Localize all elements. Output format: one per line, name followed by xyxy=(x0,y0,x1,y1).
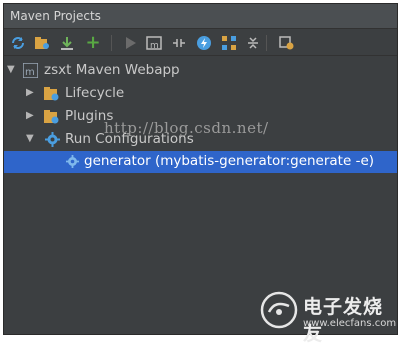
settings-icon[interactable] xyxy=(279,35,295,51)
gear-icon xyxy=(65,154,80,169)
plugins-folder-icon xyxy=(44,109,59,124)
svg-text:m: m xyxy=(25,67,35,78)
toggle-offline-icon[interactable] xyxy=(171,35,187,51)
tree-item-lifecycle[interactable]: ▶ Lifecycle xyxy=(4,83,397,105)
maven-toolbar: + m xyxy=(4,30,397,56)
add-icon[interactable]: + xyxy=(85,34,101,52)
tree-item-generator[interactable]: generator (mybatis-generator:generate -e… xyxy=(4,151,397,173)
collapse-arrow-icon[interactable]: ▶ xyxy=(26,110,34,121)
gear-icon xyxy=(45,132,60,147)
svg-text:m: m xyxy=(150,41,159,51)
skip-tests-icon[interactable] xyxy=(196,35,212,51)
panel-title: Maven Projects xyxy=(10,9,101,23)
maven-projects-panel: Maven Projects + m ▼ m zsxt Maven Webapp… xyxy=(3,3,399,345)
collapse-arrow-icon[interactable]: ▶ xyxy=(26,87,34,98)
tree-item-label: generator (mybatis-generator:generate -e… xyxy=(84,153,375,169)
toolbar-separator xyxy=(266,35,267,51)
generate-sources-icon[interactable] xyxy=(34,35,50,51)
expand-arrow-icon[interactable]: ▼ xyxy=(26,133,34,144)
show-dependencies-icon[interactable] xyxy=(221,35,237,51)
run-icon[interactable] xyxy=(122,35,138,51)
panel-title-bar: Maven Projects xyxy=(4,4,397,29)
logo-url-text: www.elecfans.com xyxy=(303,318,397,329)
tree-item-label: Lifecycle xyxy=(65,85,125,101)
elecfans-logo: 电子发烧友 www.elecfans.com xyxy=(259,290,399,345)
tree-item-label: zsxt Maven Webapp xyxy=(44,62,180,78)
tree-item-root[interactable]: ▼ m zsxt Maven Webapp xyxy=(4,60,397,82)
collapse-all-icon[interactable] xyxy=(245,35,261,51)
expand-arrow-icon[interactable]: ▼ xyxy=(7,64,15,75)
reimport-icon[interactable] xyxy=(10,35,26,51)
toolbar-separator xyxy=(111,35,112,51)
maven-module-icon: m xyxy=(22,62,39,79)
blog-watermark: http://blog.csdn.net/ xyxy=(104,119,269,137)
lifecycle-folder-icon xyxy=(44,86,59,101)
download-icon[interactable] xyxy=(59,35,75,51)
maven-goal-icon[interactable]: m xyxy=(146,35,162,51)
elecfans-logo-icon xyxy=(260,291,298,329)
